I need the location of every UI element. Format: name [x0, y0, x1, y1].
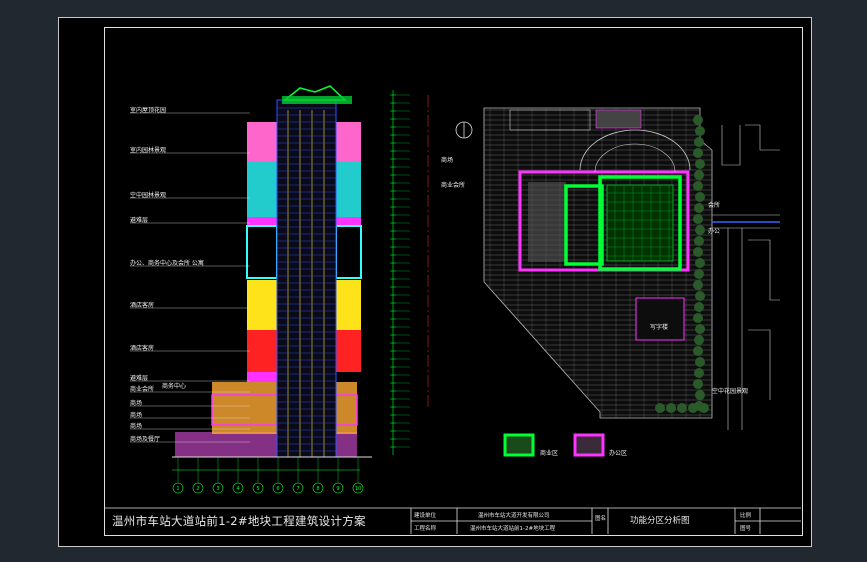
roof-garden [282, 96, 352, 104]
tree-icon [693, 379, 703, 389]
tower-footprint [635, 297, 685, 341]
elevation-label: 商业会所 [130, 386, 155, 393]
commercial-grid [606, 184, 674, 262]
tree-icon [693, 148, 703, 158]
tree-icon [693, 247, 703, 257]
site-plan [455, 107, 780, 457]
tree-icon [695, 291, 705, 301]
elevation-label: 办公、商务中心及会所 公寓 [130, 260, 204, 267]
tree-icon [694, 335, 704, 345]
tower-zone-office [246, 225, 278, 279]
elevation-label: 酒店客房 [130, 302, 155, 309]
tree-icon [695, 159, 705, 169]
title-cell-client: 温州市车站大道开发有限公司 [478, 513, 550, 519]
elevation-label: 商场及餐厅 [130, 436, 161, 443]
title-cell-project-label: 工程名称 [414, 526, 437, 532]
tree-icon [694, 269, 704, 279]
tree-icon [695, 126, 705, 136]
drawing-canvas: 1 2 3 4 5 6 7 8 9 10 [104, 85, 801, 534]
tower-right-hotel [336, 280, 361, 330]
tree-icon [677, 403, 687, 413]
elevation-label: 避难层 [130, 375, 149, 382]
elevation-label: 商场 [130, 400, 143, 407]
tree-icon [695, 192, 705, 202]
tree-icon [693, 115, 703, 125]
tower-right-refuge [336, 217, 361, 226]
tower-zone-hotel-2 [247, 330, 277, 372]
elevation-label: 酒店客房 [130, 345, 155, 352]
legend-label-office: 办公区 [609, 450, 628, 457]
tree-icon [666, 403, 676, 413]
tree-icon [688, 403, 698, 413]
axis-number: 7 [296, 486, 299, 492]
legend-label-commercial: 商业区 [540, 450, 559, 457]
title-cell-drawing-label: 图名 [595, 516, 607, 522]
tower-right-office [335, 225, 362, 279]
title-cell-project: 温州市车站大道站前1-2#地块工程 [470, 526, 556, 532]
axis-number: 8 [316, 486, 319, 492]
tree-icon [695, 390, 705, 400]
axis-number: 9 [336, 486, 339, 492]
tower-right-hotel-2 [336, 330, 361, 372]
tree-icon [695, 324, 705, 334]
project-title: 温州市车站大道站前1-2#地块工程建筑设计方案 [112, 514, 366, 528]
axis-number: 4 [236, 486, 239, 492]
elevation-label: 商场 [130, 423, 143, 430]
tree-icon [655, 403, 665, 413]
plan-label-club-right: 会所 [708, 202, 721, 209]
tower-right-roof [336, 122, 361, 162]
elevation-label: 避难层 [130, 217, 149, 224]
tree-icon [694, 137, 704, 147]
tower-zone-roof [247, 122, 277, 162]
office-courtyard [528, 182, 566, 262]
tree-icon [694, 368, 704, 378]
elevation-label: 室内屋顶花园 [130, 107, 167, 114]
tree-icon [694, 236, 704, 246]
tree-icon [694, 302, 704, 312]
tower-right-sky [336, 162, 361, 217]
tree-icon [694, 170, 704, 180]
elevation-building: 1 2 3 4 5 6 7 8 9 10 [130, 85, 410, 494]
tree-icon [693, 214, 703, 224]
north-building [595, 109, 642, 129]
elevation-label: 商场 [130, 412, 143, 419]
tree-icon [695, 357, 705, 367]
legend-swatch-commercial [503, 433, 535, 457]
axis-number: 6 [276, 486, 279, 492]
tower-zone-refuge [247, 217, 277, 226]
plan-label-tower: 写字楼 [650, 324, 669, 331]
tree-icon [693, 181, 703, 191]
tower-core [276, 99, 337, 458]
elevation-label: 空中园林景观 [130, 192, 167, 199]
tree-icon [694, 203, 704, 213]
plan-label-sky-garden: 空中花园景观 [712, 388, 749, 395]
plan-label-mall: 商场 [441, 157, 454, 164]
elevation-label: 室内园林景观 [130, 147, 167, 154]
tree-icon [693, 313, 703, 323]
legend-swatch-office [573, 433, 605, 457]
plan-label-office: 办公 [708, 228, 721, 235]
tower-zone-sky-garden [247, 162, 277, 217]
title-cell-client-label: 建设单位 [414, 513, 437, 519]
tower-zone-refuge-2 [247, 372, 277, 382]
tree-icon [699, 403, 709, 413]
tower-zone-hotel [247, 280, 277, 330]
title-cell-number: 图号 [740, 526, 752, 532]
axis-number: 3 [216, 486, 219, 492]
tree-icon [695, 258, 705, 268]
title-cell-scale: 比例 [740, 513, 752, 519]
axis-number: 5 [256, 486, 259, 492]
drawing-name: 功能分区分析图 [630, 516, 690, 526]
axis-number: 2 [196, 486, 199, 492]
plan-label-club: 商业会所 [441, 182, 466, 189]
axis-number: 10 [355, 486, 361, 492]
tree-icon [695, 225, 705, 235]
road-lines [712, 124, 780, 430]
elevation-sublabel: 商务中心 [162, 383, 187, 390]
tree-icon [693, 280, 703, 290]
tree-icon [693, 346, 703, 356]
axis-number: 1 [176, 486, 179, 492]
